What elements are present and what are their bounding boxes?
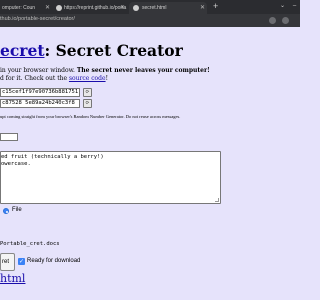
ready-label: Ready for download xyxy=(27,258,81,264)
chevron-down-icon[interactable]: ⌄ xyxy=(279,0,286,14)
tab-portable-secret[interactable]: https://reprint.github.io/porta ✕ xyxy=(55,2,127,14)
tab-secret-html[interactable]: secret.html ✕ xyxy=(129,2,207,14)
download-link[interactable]: html xyxy=(0,272,25,285)
new-tab-button[interactable]: + xyxy=(213,1,218,11)
generate-secret-button[interactable]: ret xyxy=(0,253,15,271)
close-icon[interactable]: ✕ xyxy=(120,2,125,14)
salt-field[interactable]: c15cef1f97e90736b881751 xyxy=(0,88,80,97)
source-code-link[interactable]: source code xyxy=(69,75,106,82)
tab-label: secret.html xyxy=(142,5,167,11)
url-field[interactable]: thub.io/portable-secret/creator/ xyxy=(0,16,75,22)
radio-dot xyxy=(5,210,8,213)
address-bar: thub.io/portable-secret/creator/ xyxy=(0,14,300,27)
radio-file-label: File xyxy=(12,207,22,213)
page-title: ecret: Secret Creator xyxy=(0,41,183,60)
globe-icon xyxy=(133,5,139,11)
browser-tab-strip: omputer: Coun ✕ https://reprint.github.i… xyxy=(0,0,300,14)
intro-bold-text: The secret never leaves your computer! xyxy=(76,67,210,74)
ready-checkbox[interactable]: ✓ xyxy=(18,258,25,265)
resize-handle[interactable] xyxy=(215,198,219,202)
intro-line-2: d for it. Check out the source code! xyxy=(0,75,108,82)
minimize-icon[interactable]: – xyxy=(291,0,298,14)
random-note: upt coming straight from your browser's … xyxy=(0,114,181,119)
password-field[interactable] xyxy=(0,133,18,141)
refresh-iv-button[interactable]: ⟳ xyxy=(83,99,92,108)
close-icon[interactable]: ✕ xyxy=(200,2,205,14)
intro-text: ! xyxy=(105,75,108,82)
iv-field[interactable]: c87528 5e89a24b240c3f8 xyxy=(0,99,80,108)
title-text: : Secret Creator xyxy=(44,41,183,60)
profile-icon[interactable] xyxy=(282,17,289,24)
textarea-text: ed fruit (technically a berry!) owercase. xyxy=(1,154,104,168)
radio-file[interactable] xyxy=(3,208,9,214)
message-line: ed fruit (technically a berry!) xyxy=(1,154,104,160)
message-line: owercase. xyxy=(1,161,31,167)
intro-line-1: in your browser window. The secret never… xyxy=(0,67,210,74)
close-icon[interactable]: ✕ xyxy=(45,2,50,14)
tab-computer[interactable]: omputer: Coun ✕ xyxy=(0,2,52,14)
site-favicon-icon xyxy=(56,5,62,11)
title-link[interactable]: ecret xyxy=(0,41,45,60)
output-filename: Portable_cret.docs xyxy=(0,241,60,247)
intro-text: d for it. Check out the xyxy=(0,75,69,82)
extension-icon[interactable] xyxy=(269,17,276,24)
tab-label: https://reprint.github.io/porta xyxy=(64,5,127,11)
intro-text: in your browser window. xyxy=(0,67,77,74)
refresh-salt-button[interactable]: ⟳ xyxy=(83,88,92,97)
tab-label: omputer: Coun xyxy=(2,5,36,11)
secret-message-textarea[interactable]: ed fruit (technically a berry!) owercase. xyxy=(0,151,221,204)
